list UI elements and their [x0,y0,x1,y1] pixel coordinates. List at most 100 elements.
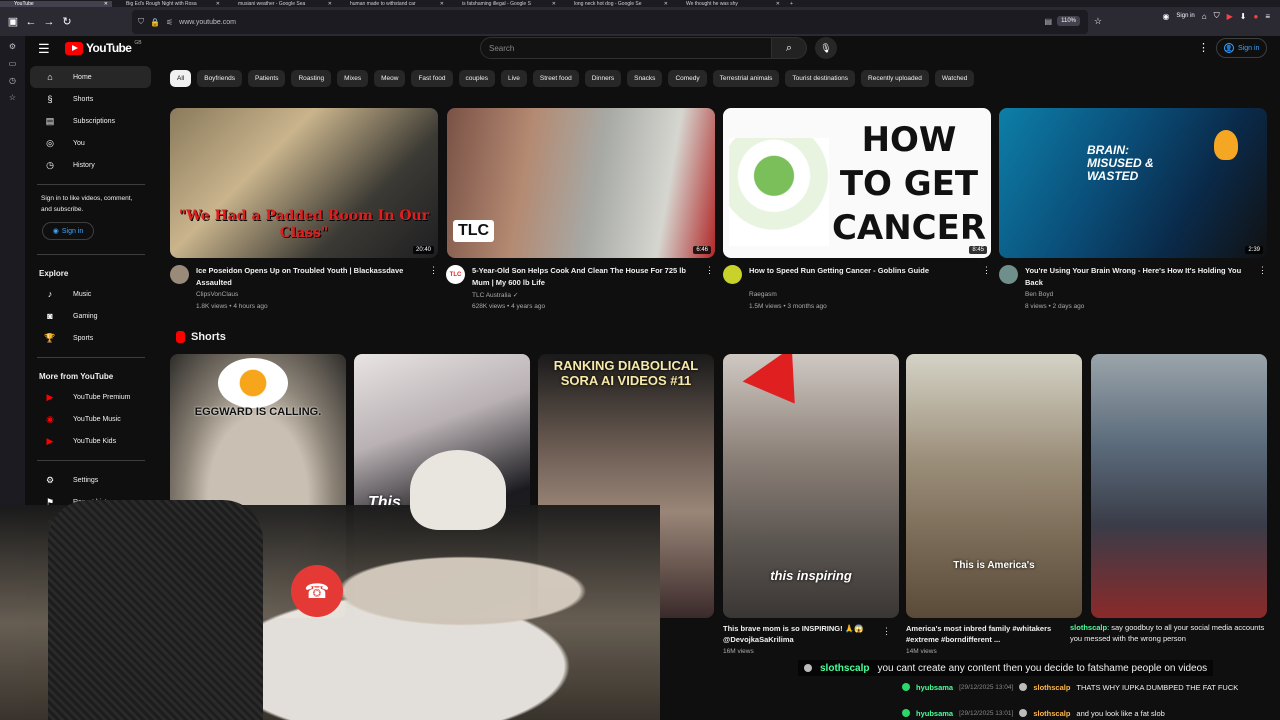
short-title[interactable]: This brave mom is so INSPIRING! 🙏😱 @Devo… [723,623,883,645]
short-title[interactable]: America's most inbred family #whitakers … [906,623,1066,645]
browser-tab[interactable]: YouTube ✕ [0,0,112,7]
chip[interactable]: Mixes [337,70,369,87]
search-input[interactable]: Search [480,37,772,59]
more-options-icon[interactable]: ⋮ [429,265,438,276]
channel-name[interactable]: ClipsVonClaus [196,291,238,298]
chip[interactable]: Boyfriends [197,70,242,87]
chip[interactable]: Live [500,70,527,87]
video-thumbnail[interactable]: "We Had a Padded Room In Our Class" 20:4… [170,108,438,258]
youtube-logo[interactable]: YouTube GB [65,40,142,55]
bookmarks-icon[interactable]: ☆ [9,93,16,102]
shield-icon[interactable]: ⛉ [1214,11,1220,21]
channel-avatar[interactable] [999,265,1018,284]
chip[interactable]: Recently uploaded [861,70,929,87]
more-options-icon[interactable]: ⋮ [982,265,991,276]
more-options-icon[interactable]: ⋮ [1258,265,1267,276]
sidebar-item-sports[interactable]: 🏆 Sports [30,327,151,349]
short-thumbnail[interactable] [1091,354,1267,618]
sidebar-item-kids[interactable]: ▶ YouTube Kids [30,430,151,452]
close-icon[interactable]: ✕ [664,1,668,7]
chip[interactable]: Watched [934,70,975,87]
sidebar-item-music[interactable]: ♪ Music [30,283,151,305]
extensions-icon[interactable]: ⌂ [1202,12,1207,21]
sidebar-item-home[interactable]: ⌂ Home [30,66,151,88]
browser-tab[interactable]: musiani weather - Google Sea ✕ [224,1,336,7]
close-icon[interactable]: ✕ [552,1,556,7]
chip[interactable]: Tourist destinations [785,70,856,87]
youtube-extension-icon[interactable]: ▶ [1227,12,1233,21]
browser-tab[interactable]: human made to withstand car ✕ [336,1,448,7]
video-thumbnail[interactable]: BRAIN: MISUSED & WASTED 2:39 [999,108,1267,258]
more-options-icon[interactable]: ⋮ [705,265,714,276]
video-title[interactable]: Ice Poseidon Opens Up on Troubled Youth … [196,265,428,288]
chip[interactable]: Fast food [411,70,453,87]
hamburger-menu-icon[interactable]: ☰ [38,41,50,57]
browser-tab[interactable]: long neck hot dog - Google Se ✕ [560,1,672,7]
video-thumbnail[interactable]: HOW TO GET CANCER 8:45 [723,108,991,258]
sidebar-item-you[interactable]: ◎ You [30,132,151,154]
voice-search-button[interactable]: 🎙 [815,37,837,59]
close-icon[interactable]: ✕ [328,1,332,7]
close-icon[interactable]: ✕ [216,1,220,7]
channel-name[interactable]: TLC Australia ✓ [472,291,518,299]
short-thumbnail[interactable]: this inspiring [723,354,899,618]
record-icon[interactable]: ● [1253,12,1258,21]
video-thumbnail[interactable]: TLC 6:46 [447,108,715,258]
video-title[interactable]: 5-Year-Old Son Helps Cook And Clean The … [472,265,704,288]
close-icon[interactable]: ✕ [776,1,780,7]
chip[interactable]: All [170,70,192,87]
zoom-level[interactable]: 110% [1057,16,1080,26]
channel-name[interactable]: Raegasm [749,291,777,298]
sidebar-signin-button[interactable]: ◉ Sign in [42,222,94,240]
chip[interactable]: Comedy [668,70,707,87]
close-icon[interactable]: ✕ [104,1,108,7]
chip[interactable]: Roasting [291,70,332,87]
settings-kebab-icon[interactable]: ⋮ [1198,41,1209,54]
reload-icon[interactable]: ↻ [58,13,76,31]
search-button[interactable]: ⌕ [771,37,807,59]
video-title[interactable]: How to Speed Run Getting Cancer - Goblin… [749,265,981,277]
chip[interactable]: Dinners [584,70,622,87]
sidebar-item-premium[interactable]: ▶ YouTube Premium [30,386,151,408]
channel-avatar[interactable]: TLC [446,265,465,284]
settings-icon[interactable]: ⚙ [9,42,16,51]
menu-icon[interactable]: ≡ [1265,12,1270,21]
downloads-icon[interactable]: ⬇ [1240,12,1247,21]
more-options-icon[interactable]: ⋮ [882,626,891,637]
sidebar-item-subscriptions[interactable]: ▤ Subscriptions [30,110,151,132]
chip[interactable]: Patients [247,70,286,87]
bookmark-star-icon[interactable]: ☆ [1094,16,1102,27]
account-icon[interactable]: ◉ [1162,12,1169,21]
reader-view-icon[interactable]: ▤ [1044,17,1052,26]
history-icon[interactable]: ◷ [9,76,16,85]
signin-button[interactable]: 👤 Sign in [1216,38,1268,58]
back-icon[interactable]: ← [22,13,40,31]
close-icon[interactable]: ✕ [440,1,444,7]
sidebar-toggle-icon[interactable]: ▣ [4,13,22,31]
browser-signin[interactable]: Sign in [1176,13,1194,19]
sidebar-item-settings[interactable]: ⚙ Settings [30,469,151,491]
channel-avatar[interactable] [170,265,189,284]
chip[interactable]: Terrestrial animals [712,70,780,87]
end-call-icon[interactable]: ☎ [291,565,343,617]
sidebar-item-history[interactable]: ◷ History [30,154,151,176]
chip[interactable]: Snacks [627,70,663,87]
short-thumbnail[interactable]: This is America's [906,354,1082,618]
sidebar-item-gaming[interactable]: ◙ Gaming [30,305,151,327]
channel-name[interactable]: Ben Boyd [1025,291,1053,298]
video-title[interactable]: You're Using Your Brain Wrong - Here's H… [1025,265,1257,288]
chip[interactable]: couples [458,70,495,87]
forward-icon[interactable]: → [40,13,58,31]
browser-tab[interactable]: Big Ed's Rough Night with Rosa ✕ [112,1,224,7]
new-tab-button[interactable]: + [784,1,793,7]
channel-avatar[interactable] [723,265,742,284]
browser-tab[interactable]: is fatshaming illegal - Google S ✕ [448,1,560,7]
chip[interactable]: Street food [532,70,579,87]
chip[interactable]: Meow [374,70,406,87]
address-bar[interactable]: ⛉ 🔒 ⚟ www.youtube.com ▤ 110% ☆ [132,10,1102,34]
sidebar-item-music-app[interactable]: ◉ YouTube Music [30,408,151,430]
country-code: GB [134,40,142,46]
browser-tab[interactable]: We thought he was shy ✕ [672,1,784,7]
sidebar-item-shorts[interactable]: § Shorts [30,88,151,110]
tabs-icon[interactable]: ▭ [9,59,17,68]
